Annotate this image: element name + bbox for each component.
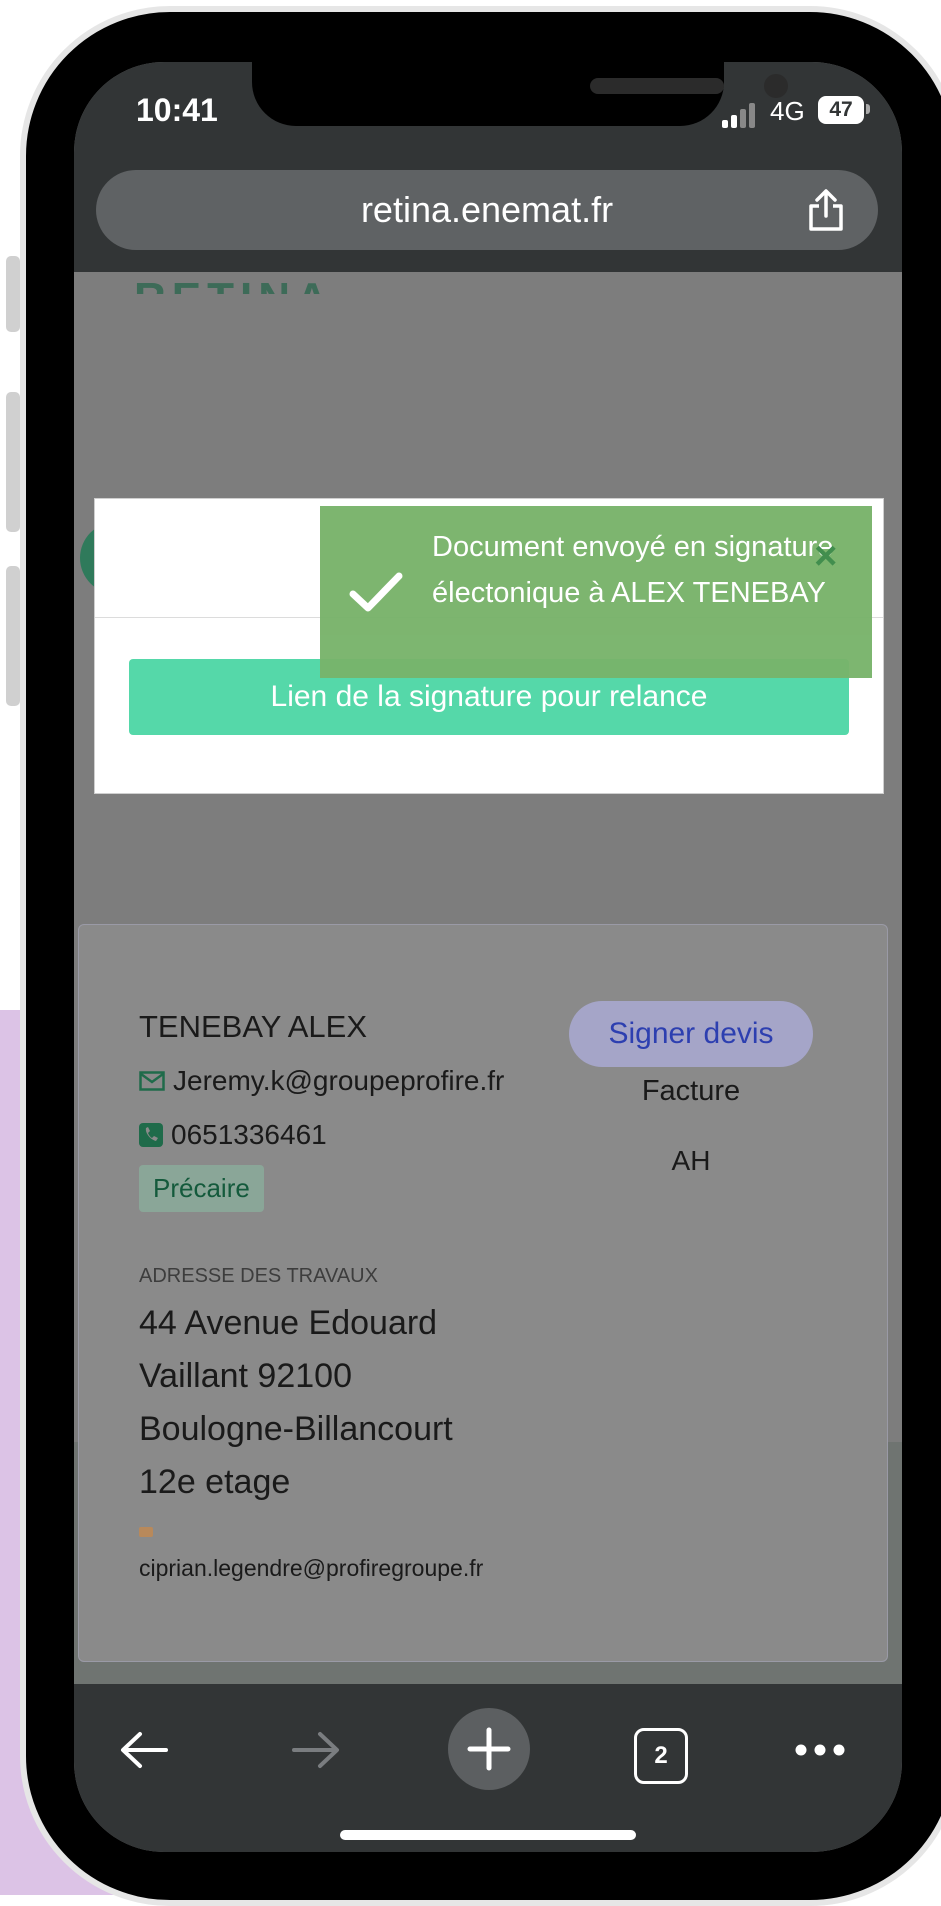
new-tab-button[interactable] bbox=[448, 1708, 530, 1790]
invoice-link[interactable]: Facture bbox=[569, 1075, 813, 1108]
success-toast: Document envoyé en signature électonique… bbox=[320, 506, 872, 678]
tabs-button[interactable]: 2 bbox=[634, 1728, 688, 1784]
speaker-grille bbox=[590, 78, 724, 94]
toast-message: Document envoyé en signature électonique… bbox=[432, 531, 834, 609]
front-camera bbox=[764, 74, 788, 98]
client-email-row: Jeremy.k@groupeprofire.fr bbox=[139, 1065, 504, 1097]
checkmark-icon bbox=[349, 572, 403, 612]
browser-top-chrome: 10:41 4G 47 retina.enemat.fr bbox=[74, 62, 902, 272]
address-label: ADRESSE DES TRAVAUX bbox=[139, 1265, 378, 1287]
back-arrow-icon bbox=[121, 1732, 168, 1768]
url-text[interactable]: retina.enemat.fr bbox=[96, 170, 878, 250]
forward-button[interactable] bbox=[276, 1710, 356, 1790]
sign-quote-button[interactable]: Signer devis bbox=[569, 1001, 813, 1067]
contact-icon bbox=[139, 1527, 153, 1537]
notch bbox=[252, 62, 788, 126]
client-phone-row: 0651336461 bbox=[139, 1119, 327, 1151]
forward-arrow-icon bbox=[292, 1732, 339, 1768]
plus-icon bbox=[467, 1727, 511, 1771]
ah-link[interactable]: AH bbox=[569, 1145, 813, 1177]
battery-icon: 47 bbox=[818, 96, 864, 124]
more-button[interactable] bbox=[780, 1710, 860, 1790]
back-button[interactable] bbox=[104, 1710, 184, 1790]
status-time: 10:41 bbox=[136, 92, 218, 128]
close-icon[interactable]: × bbox=[814, 534, 837, 579]
more-icon bbox=[795, 1744, 845, 1756]
phone-volume-up bbox=[6, 392, 20, 532]
battery-tip bbox=[866, 104, 870, 114]
client-phone[interactable]: 0651336461 bbox=[171, 1119, 327, 1151]
phone-icon bbox=[139, 1123, 163, 1147]
client-card: TENEBAY ALEX Jeremy.k@groupeprofire.fr 0… bbox=[78, 924, 888, 1662]
phone-volume-down bbox=[6, 566, 20, 706]
address-bar[interactable]: retina.enemat.fr bbox=[96, 170, 878, 250]
signal-icon bbox=[722, 100, 762, 128]
phone-screen: 10:41 4G 47 retina.enemat.fr RETINA TENE… bbox=[74, 62, 902, 1852]
share-icon[interactable] bbox=[806, 188, 846, 232]
client-name: TENEBAY ALEX bbox=[139, 1009, 368, 1044]
envelope-icon bbox=[139, 1071, 165, 1091]
work-address: 44 Avenue Edouard Vaillant 92100 Boulogn… bbox=[139, 1304, 453, 1501]
site-logo: RETINA bbox=[134, 274, 334, 294]
web-page: RETINA TENEBAY ALEX Jeremy.k@groupeprofi… bbox=[74, 272, 902, 1684]
phone-mute-switch bbox=[6, 256, 20, 332]
status-badge: Précaire bbox=[139, 1165, 264, 1212]
contact-email[interactable]: ciprian.legendre@profiregroupe.fr bbox=[139, 1555, 483, 1582]
client-email[interactable]: Jeremy.k@groupeprofire.fr bbox=[173, 1065, 504, 1097]
home-indicator[interactable] bbox=[340, 1830, 636, 1840]
browser-bottom-toolbar: 2 bbox=[74, 1684, 902, 1852]
network-type: 4G bbox=[770, 96, 805, 126]
